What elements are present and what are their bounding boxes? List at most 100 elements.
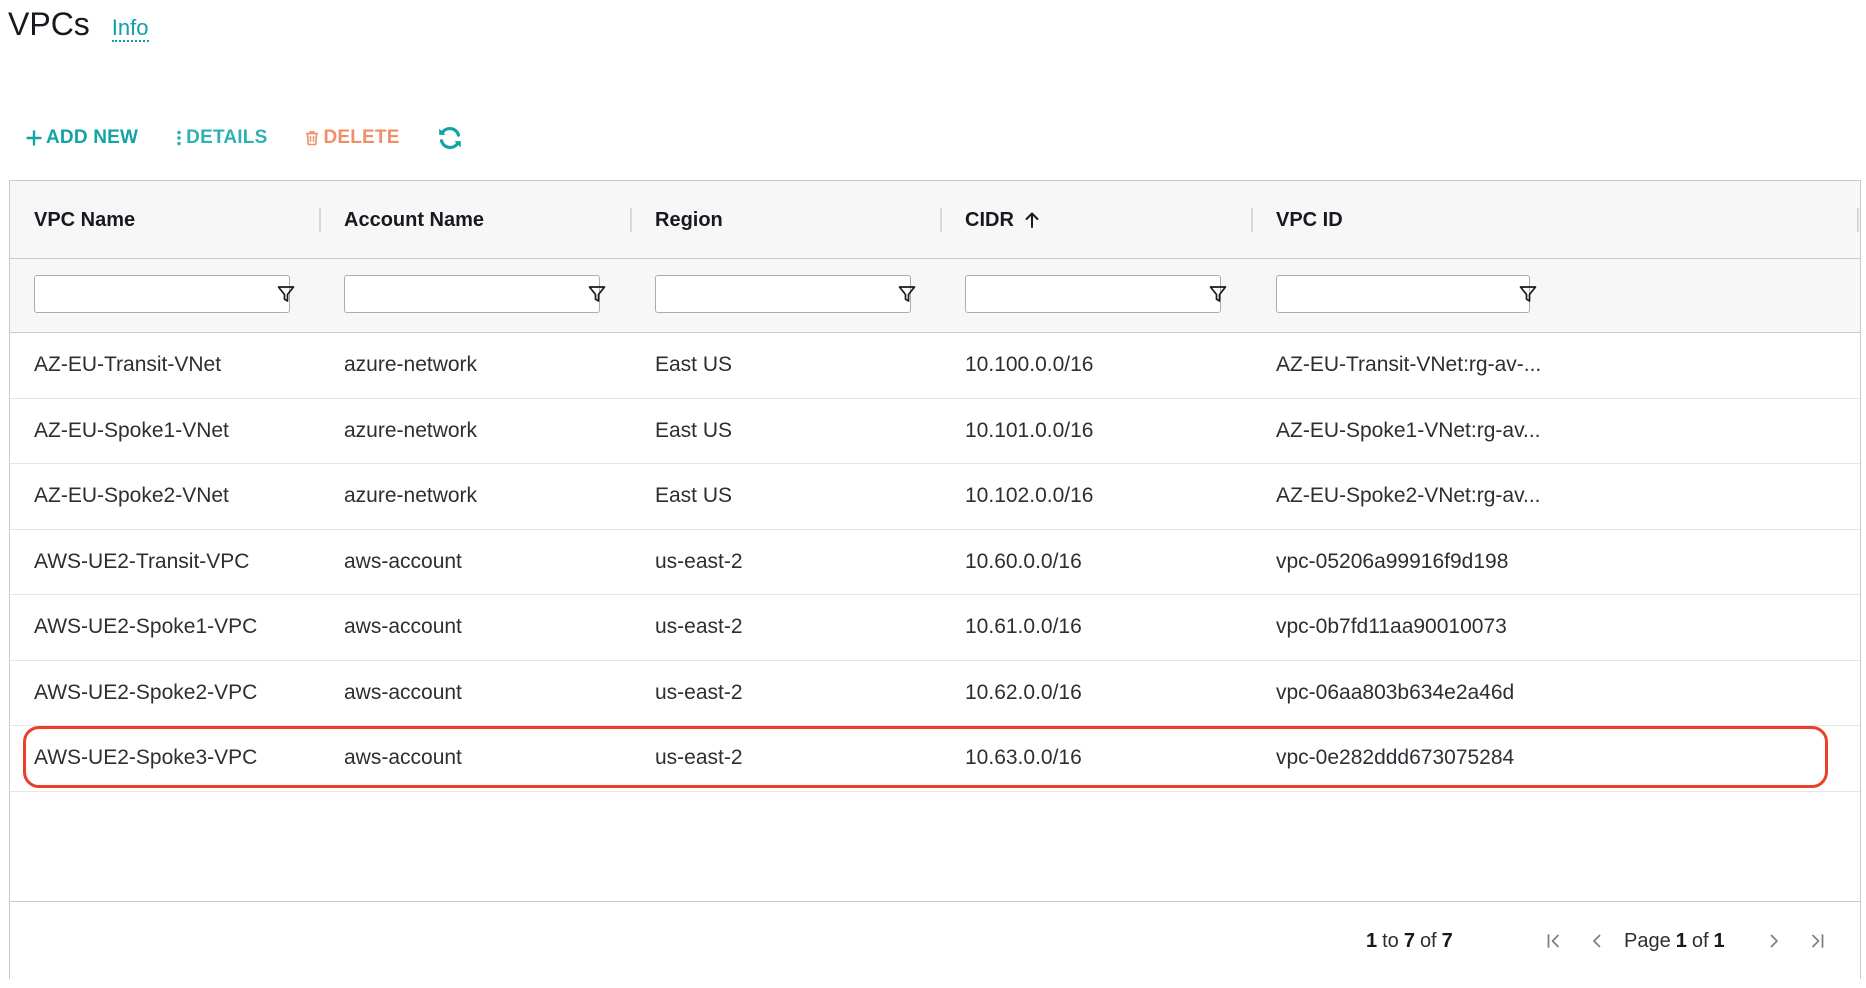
vpc-name-cell: AWS-UE2-Spoke2-VPC <box>34 680 258 704</box>
region-cell: us-east-2 <box>655 680 743 704</box>
vpc-name-cell: AZ-EU-Spoke1-VNet <box>34 418 229 442</box>
chevron-right-icon <box>1770 934 1778 948</box>
account-name-cell: azure-network <box>344 353 478 376</box>
details-button[interactable]: DETAILS <box>176 127 267 149</box>
vpc-id-cell: AZ-EU-Spoke2-VNet:rg-av... <box>1276 484 1541 507</box>
account-name-cell: aws-account <box>344 680 462 704</box>
column-header-account-name[interactable]: Account Name <box>344 181 484 259</box>
delete-label: DELETE <box>323 127 400 148</box>
vpc-id-cell: AZ-EU-Spoke1-VNet:rg-av... <box>1276 418 1541 442</box>
account-name-cell: aws-account <box>344 549 462 573</box>
column-label: VPC ID <box>1276 208 1343 231</box>
region-cell: East US <box>655 484 733 507</box>
last-page-button[interactable] <box>1805 929 1829 953</box>
account-name-cell: aws-account <box>344 615 462 638</box>
column-header-cidr[interactable]: CIDR <box>965 181 1040 259</box>
title-row: VPCs Info <box>8 6 149 43</box>
vpc-id-cell: vpc-05206a99916f9d198 <box>1276 549 1509 573</box>
first-page-button[interactable] <box>1542 929 1566 953</box>
page-indicator: Page 1 of 1 <box>1624 902 1725 980</box>
region-cell: us-east-2 <box>655 746 743 769</box>
sort-ascending-icon[interactable] <box>1024 211 1040 229</box>
previous-page-button[interactable] <box>1585 929 1609 953</box>
column-resize-handle[interactable] <box>1251 208 1253 232</box>
account-name-cell: azure-network <box>344 418 478 442</box>
plus-icon <box>26 130 42 146</box>
column-header-vpc-name[interactable]: VPC Name <box>34 181 135 259</box>
filter-icon[interactable] <box>586 283 608 305</box>
delete-button[interactable]: DELETE <box>305 127 399 149</box>
row-range-summary: 1 to 7 of 7 <box>1366 902 1453 980</box>
filter-row <box>10 259 1860 333</box>
vpc-id-cell: AZ-EU-Transit-VNet:rg-av-... <box>1276 353 1542 376</box>
table-row[interactable]: AZ-EU-Spoke2-VNet azure-network East US … <box>10 464 1860 530</box>
table-row[interactable]: AWS-UE2-Transit-VPC aws-account us-east-… <box>10 530 1860 595</box>
pagination-footer: 1 to 7 of 7 Page 1 of 1 <box>10 901 1860 979</box>
table-body: AZ-EU-Transit-VNet azure-network East US… <box>10 333 1860 792</box>
column-label: Account Name <box>344 208 485 231</box>
table-row-highlighted[interactable]: AWS-UE2-Spoke3-VPC aws-account us-east-2… <box>10 726 1860 792</box>
filter-icon[interactable] <box>1517 283 1539 305</box>
last-page-icon <box>1812 934 1824 948</box>
column-resize-handle[interactable] <box>1857 208 1859 232</box>
page-word: Page <box>1624 929 1671 952</box>
column-header-vpc-id[interactable]: VPC ID <box>1276 181 1343 259</box>
page-total: 1 <box>1713 929 1725 952</box>
vpc-table: VPC Name Account Name Region CIDR VPC ID <box>9 180 1861 979</box>
column-resize-handle[interactable] <box>630 208 632 232</box>
cidr-cell: 10.101.0.0/16 <box>965 418 1094 442</box>
cidr-filter-input[interactable] <box>965 275 1221 313</box>
region-cell: East US <box>655 418 733 442</box>
vpc-id-filter-input[interactable] <box>1276 275 1530 313</box>
trash-icon <box>305 130 319 146</box>
page-title: VPCs <box>8 6 90 42</box>
range-from: 1 <box>1366 929 1378 952</box>
first-page-icon <box>1547 934 1559 948</box>
region-cell: us-east-2 <box>655 549 743 573</box>
cidr-cell: 10.62.0.0/16 <box>965 680 1082 704</box>
vpc-name-cell: AWS-UE2-Spoke1-VPC <box>34 615 258 638</box>
refresh-button[interactable] <box>436 124 468 152</box>
refresh-icon <box>436 124 464 152</box>
vpc-name-cell: AWS-UE2-Transit-VPC <box>34 549 250 573</box>
vpc-id-cell: vpc-06aa803b634e2a46d <box>1276 680 1515 704</box>
add-new-button[interactable]: ADD NEW <box>26 127 138 149</box>
range-total: 7 <box>1441 929 1453 952</box>
vpcs-page: VPCs Info ADD NEW DETAILS DELETE VPC Nam… <box>0 0 1866 988</box>
region-filter-input[interactable] <box>655 275 911 313</box>
column-resize-handle[interactable] <box>319 208 321 232</box>
table-row[interactable]: AWS-UE2-Spoke1-VPC aws-account us-east-2… <box>10 595 1860 661</box>
vpc-name-cell: AZ-EU-Spoke2-VNet <box>34 484 229 507</box>
table-row[interactable]: AZ-EU-Spoke1-VNet azure-network East US … <box>10 399 1860 464</box>
filter-icon[interactable] <box>1207 283 1229 305</box>
filter-icon[interactable] <box>275 283 297 305</box>
add-new-label: ADD NEW <box>46 127 139 148</box>
cidr-cell: 10.61.0.0/16 <box>965 615 1082 638</box>
account-name-filter-input[interactable] <box>344 275 600 313</box>
filter-icon[interactable] <box>896 283 918 305</box>
region-cell: us-east-2 <box>655 615 743 638</box>
next-page-button[interactable] <box>1762 929 1786 953</box>
account-name-cell: azure-network <box>344 484 478 507</box>
table-header: VPC Name Account Name Region CIDR VPC ID <box>10 181 1860 259</box>
column-label: CIDR <box>965 208 1014 231</box>
range-to: 7 <box>1403 929 1415 952</box>
column-label: Region <box>655 208 723 231</box>
cidr-cell: 10.100.0.0/16 <box>965 353 1094 376</box>
chevron-left-icon <box>1593 934 1601 948</box>
vertical-dots-icon <box>176 130 182 146</box>
vpc-name-filter-input[interactable] <box>34 275 290 313</box>
info-link[interactable]: Info <box>111 15 149 43</box>
table-row[interactable]: AZ-EU-Transit-VNet azure-network East US… <box>10 333 1860 399</box>
cidr-cell: 10.63.0.0/16 <box>965 746 1082 769</box>
page-of-word: of <box>1691 929 1709 952</box>
range-to-word: to <box>1382 929 1399 952</box>
page-current: 1 <box>1675 929 1687 952</box>
vpc-name-cell: AZ-EU-Transit-VNet <box>34 353 222 376</box>
column-resize-handle[interactable] <box>940 208 942 232</box>
table-row[interactable]: AWS-UE2-Spoke2-VPC aws-account us-east-2… <box>10 661 1860 726</box>
range-of-word: of <box>1419 929 1437 952</box>
details-label: DETAILS <box>186 127 268 148</box>
column-header-region[interactable]: Region <box>655 181 723 259</box>
vpc-name-cell: AWS-UE2-Spoke3-VPC <box>34 746 258 769</box>
